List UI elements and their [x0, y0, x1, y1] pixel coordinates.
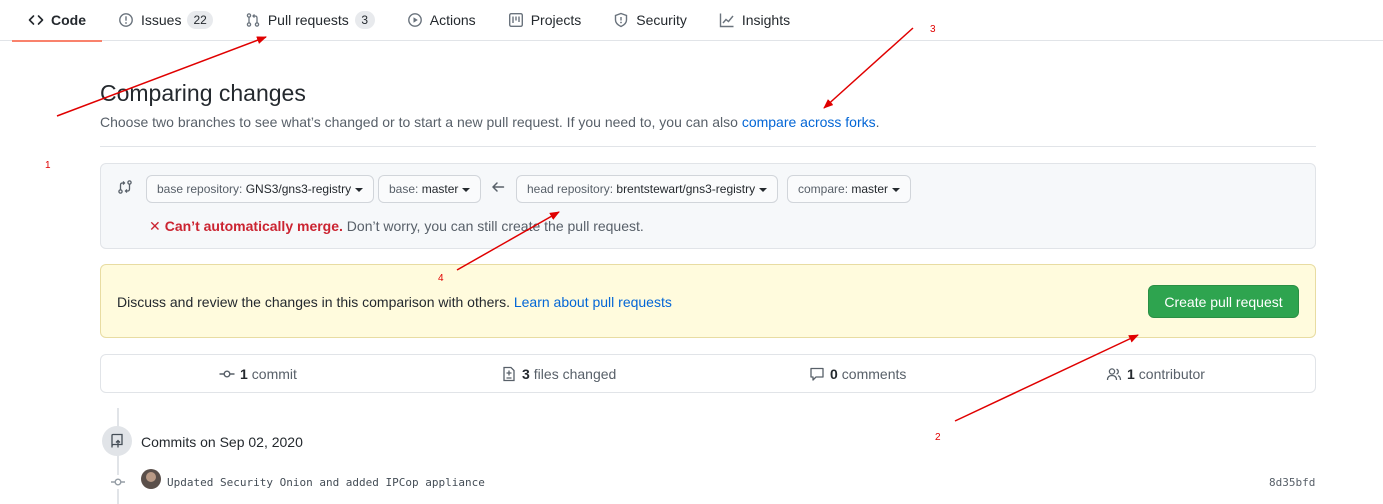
tab-pull-requests[interactable]: Pull requests 3	[229, 0, 391, 41]
annotation-label-4: 4	[438, 273, 444, 284]
issue-opened-icon	[118, 12, 134, 28]
page-subtitle: Choose two branches to see what’s change…	[100, 114, 880, 130]
tab-projects-label: Projects	[530, 12, 582, 28]
compare-branch-select[interactable]: compare: master	[787, 175, 912, 203]
base-repository-label: base repository:	[157, 182, 246, 196]
tab-security[interactable]: Security	[597, 0, 703, 41]
comments-label: comments	[841, 365, 907, 382]
file-diff-icon	[501, 366, 517, 382]
tab-security-label: Security	[636, 12, 687, 28]
comments-count: 0	[830, 365, 838, 382]
commits-label: commit	[251, 365, 297, 382]
commit-message-link[interactable]: Updated Security Onion and added IPCop a…	[167, 476, 485, 489]
comparison-stats: 1 commit 3 files changed 0 comments 1 contri…	[100, 354, 1316, 393]
range-editor: base repository: GNS3/gns3-registry base…	[100, 163, 1316, 249]
comments-stat[interactable]: 0 comments	[809, 355, 906, 392]
merge-status: ✕ Can’t automatically merge. Don’t worry,…	[149, 218, 644, 235]
files-count: 3	[522, 365, 530, 382]
base-branch-select[interactable]: base: master	[378, 175, 482, 203]
compare-branch-value: master	[851, 182, 889, 196]
head-repository-value: brentstewart/gns3-registry	[616, 182, 756, 196]
files-changed-stat[interactable]: 3 files changed	[501, 355, 616, 392]
pull-requests-counter: 3	[354, 11, 375, 29]
commits-stat[interactable]: 1 commit	[219, 355, 297, 392]
code-icon	[28, 12, 44, 28]
annotation-label-3: 3	[930, 24, 936, 35]
compare-branch-label: compare:	[798, 182, 852, 196]
graph-icon	[719, 12, 735, 28]
head-repository-label: head repository:	[527, 182, 617, 196]
tab-projects[interactable]: Projects	[492, 0, 598, 41]
git-commit-icon	[110, 475, 126, 489]
subtitle-end: .	[875, 114, 880, 130]
commits-timeline	[117, 408, 119, 504]
tab-insights-label: Insights	[741, 12, 791, 28]
project-icon	[508, 12, 524, 28]
people-icon	[1106, 366, 1122, 382]
base-branch-label: base:	[389, 182, 422, 196]
contributors-stat[interactable]: 1 contributor	[1106, 355, 1205, 392]
repo-push-icon	[102, 426, 132, 456]
tab-issues[interactable]: Issues 22	[102, 0, 229, 41]
files-label: files changed	[533, 365, 617, 382]
git-pull-request-icon	[245, 12, 261, 28]
create-pull-request-button[interactable]: Create pull request	[1148, 285, 1299, 318]
contributors-count: 1	[1127, 365, 1135, 382]
merge-status-rest: Don’t worry, you can still create the pu…	[342, 218, 644, 234]
divider	[100, 146, 1316, 147]
annotation-label-2: 2	[935, 432, 941, 443]
comment-icon	[809, 366, 825, 382]
git-compare-icon	[117, 179, 133, 195]
base-repository-value: GNS3/gns3-registry	[245, 182, 352, 196]
tab-code[interactable]: Code	[12, 0, 102, 42]
caret-down-icon	[892, 187, 901, 192]
issues-counter: 22	[187, 11, 213, 29]
contributors-label: contributor	[1138, 365, 1205, 382]
tab-pull-requests-label: Pull requests	[267, 12, 349, 28]
compare-across-forks-link[interactable]: compare across forks	[742, 114, 876, 130]
avatar[interactable]	[141, 469, 161, 489]
head-repository-select[interactable]: head repository: brentstewart/gns3-regis…	[516, 175, 779, 203]
subtitle-text: Choose two branches to see what’s change…	[100, 114, 742, 130]
tab-code-label: Code	[51, 12, 86, 28]
arrow-left-icon	[491, 180, 505, 194]
base-repository-select[interactable]: base repository: GNS3/gns3-registry	[146, 175, 375, 203]
tab-insights[interactable]: Insights	[703, 0, 806, 41]
git-commit-icon	[219, 366, 235, 382]
shield-icon	[613, 12, 629, 28]
tab-issues-label: Issues	[141, 12, 182, 28]
annotation-label-1: 1	[45, 160, 51, 171]
play-icon	[407, 12, 423, 28]
tab-actions-label: Actions	[429, 12, 476, 28]
x-icon: ✕	[149, 218, 161, 234]
caret-down-icon	[462, 187, 471, 192]
discuss-flash: Discuss and review the changes in this c…	[100, 264, 1316, 338]
flash-text: Discuss and review the changes in this c…	[117, 294, 514, 310]
merge-status-strong: Can’t automatically merge.	[164, 218, 343, 234]
commit-group-title: Commits on Sep 02, 2020	[141, 434, 303, 450]
commit-sha-link[interactable]: 8d35bfd	[1269, 476, 1315, 489]
annotation-overlay	[56, 27, 1139, 422]
commits-count: 1	[240, 365, 248, 382]
flash-message: Discuss and review the changes in this c…	[117, 294, 672, 310]
base-branch-value: master	[421, 182, 459, 196]
learn-about-pull-requests-link[interactable]: Learn about pull requests	[514, 294, 672, 310]
caret-down-icon	[759, 187, 768, 192]
caret-down-icon	[355, 187, 364, 192]
page-title: Comparing changes	[100, 80, 306, 106]
repo-nav: Code Issues 22 Pull requests 3 Actions P…	[0, 0, 1383, 42]
tab-actions[interactable]: Actions	[391, 0, 492, 41]
